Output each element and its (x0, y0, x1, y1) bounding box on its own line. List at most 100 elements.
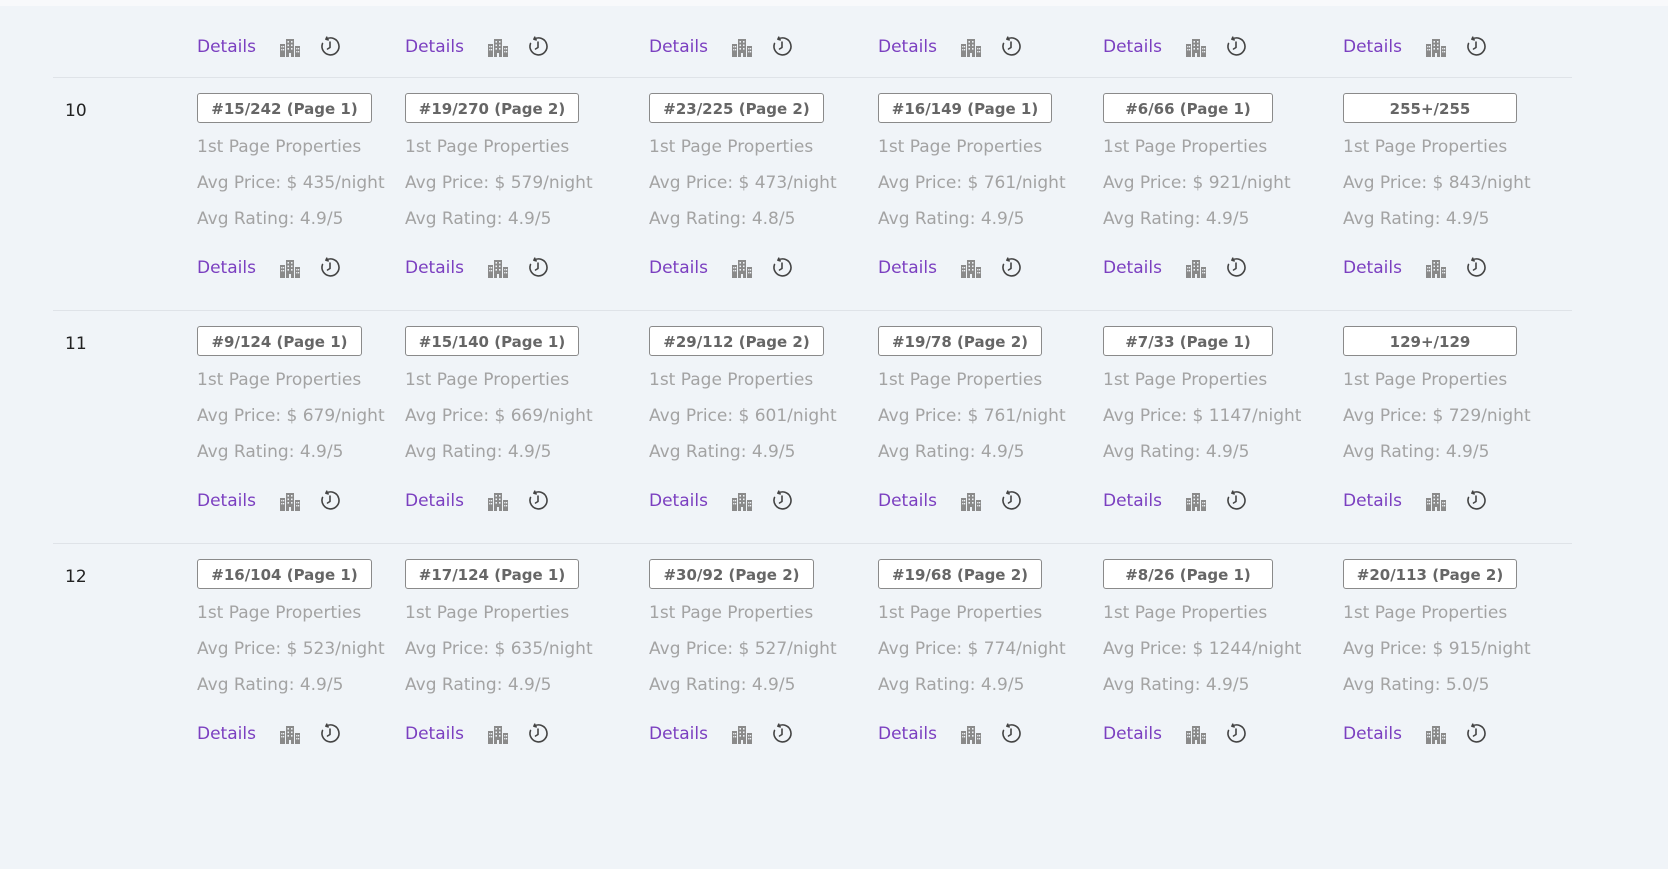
details-link[interactable]: Details (649, 37, 708, 57)
building-icon[interactable] (1184, 35, 1208, 59)
details-link[interactable]: Details (405, 724, 464, 744)
history-clock-icon[interactable] (318, 256, 342, 280)
history-clock-icon[interactable] (1464, 256, 1488, 280)
building-icon[interactable] (1424, 489, 1448, 513)
history-clock-icon[interactable] (770, 722, 794, 746)
history-clock-icon[interactable] (318, 722, 342, 746)
building-icon[interactable] (730, 35, 754, 59)
rank-badge[interactable]: #8/26 (Page 1) (1103, 559, 1273, 589)
history-clock-icon[interactable] (1464, 489, 1488, 513)
history-clock-icon[interactable] (770, 35, 794, 59)
history-clock-icon[interactable] (999, 489, 1023, 513)
building-icon[interactable] (486, 722, 510, 746)
rank-badge[interactable]: #6/66 (Page 1) (1103, 93, 1273, 123)
details-link[interactable]: Details (197, 724, 256, 744)
history-clock-icon[interactable] (1224, 256, 1248, 280)
history-clock-icon[interactable] (526, 35, 550, 59)
rank-badge[interactable]: #23/225 (Page 2) (649, 93, 824, 123)
details-link[interactable]: Details (197, 258, 256, 278)
history-clock-icon[interactable] (318, 489, 342, 513)
action-bar: Details (197, 721, 358, 747)
building-icon[interactable] (486, 489, 510, 513)
rank-badge[interactable]: #16/104 (Page 1) (197, 559, 372, 589)
history-clock-icon[interactable] (526, 256, 550, 280)
building-icon[interactable] (278, 722, 302, 746)
first-page-properties-label: 1st Page Properties (197, 137, 362, 157)
history-clock-icon[interactable] (526, 489, 550, 513)
building-icon[interactable] (486, 35, 510, 59)
rank-badge[interactable]: #29/112 (Page 2) (649, 326, 824, 356)
details-link[interactable]: Details (1103, 724, 1162, 744)
building-icon[interactable] (1184, 722, 1208, 746)
details-link[interactable]: Details (197, 491, 256, 511)
history-clock-icon[interactable] (1224, 722, 1248, 746)
rank-badge[interactable]: #30/92 (Page 2) (649, 559, 814, 589)
first-page-properties-label: 1st Page Properties (1103, 137, 1268, 157)
rank-badge[interactable]: #15/140 (Page 1) (405, 326, 579, 356)
details-link[interactable]: Details (1343, 491, 1402, 511)
details-link[interactable]: Details (878, 724, 937, 744)
building-icon[interactable] (1184, 489, 1208, 513)
rank-badge[interactable]: #17/124 (Page 1) (405, 559, 579, 589)
building-icon[interactable] (959, 722, 983, 746)
building-icon[interactable] (278, 35, 302, 59)
details-link[interactable]: Details (197, 37, 256, 57)
rank-badge[interactable]: #19/78 (Page 2) (878, 326, 1042, 356)
history-clock-icon[interactable] (1464, 35, 1488, 59)
details-link[interactable]: Details (878, 258, 937, 278)
history-clock-icon[interactable] (526, 722, 550, 746)
building-icon[interactable] (1424, 35, 1448, 59)
details-link[interactable]: Details (1343, 258, 1402, 278)
history-clock-icon[interactable] (999, 256, 1023, 280)
details-link[interactable]: Details (405, 258, 464, 278)
rank-badge[interactable]: 255+/255 (1343, 93, 1517, 123)
details-link[interactable]: Details (878, 37, 937, 57)
details-link[interactable]: Details (649, 724, 708, 744)
building-icon[interactable] (278, 256, 302, 280)
history-clock-icon[interactable] (1224, 489, 1248, 513)
building-icon[interactable] (1424, 722, 1448, 746)
details-link[interactable]: Details (405, 37, 464, 57)
building-icon[interactable] (1424, 256, 1448, 280)
building-icon[interactable] (959, 256, 983, 280)
details-link[interactable]: Details (1343, 724, 1402, 744)
details-link[interactable]: Details (1103, 37, 1162, 57)
rank-badge[interactable]: #20/113 (Page 2) (1343, 559, 1517, 589)
rank-badge[interactable]: #19/270 (Page 2) (405, 93, 579, 123)
building-icon[interactable] (486, 256, 510, 280)
building-icon[interactable] (1184, 256, 1208, 280)
history-clock-icon[interactable] (1224, 35, 1248, 59)
action-bar: Details (1103, 34, 1264, 60)
details-link[interactable]: Details (1103, 258, 1162, 278)
details-link[interactable]: Details (649, 491, 708, 511)
avg-price: Avg Price: $ 1147/night (1103, 406, 1302, 426)
details-link[interactable]: Details (1103, 491, 1162, 511)
action-bar: Details (878, 34, 1039, 60)
first-page-properties-label: 1st Page Properties (649, 603, 814, 623)
rank-badge[interactable]: #19/68 (Page 2) (878, 559, 1042, 589)
building-icon[interactable] (959, 35, 983, 59)
details-link[interactable]: Details (649, 258, 708, 278)
history-clock-icon[interactable] (999, 35, 1023, 59)
building-icon[interactable] (730, 722, 754, 746)
rank-badge[interactable]: 129+/129 (1343, 326, 1517, 356)
avg-price: Avg Price: $ 473/night (649, 173, 837, 193)
building-icon[interactable] (959, 489, 983, 513)
rank-badge[interactable]: #15/242 (Page 1) (197, 93, 372, 123)
history-clock-icon[interactable] (1464, 722, 1488, 746)
details-link[interactable]: Details (878, 491, 937, 511)
rank-badge[interactable]: #16/149 (Page 1) (878, 93, 1052, 123)
history-clock-icon[interactable] (318, 35, 342, 59)
history-clock-icon[interactable] (999, 722, 1023, 746)
building-icon[interactable] (730, 256, 754, 280)
building-icon[interactable] (278, 489, 302, 513)
building-icon[interactable] (730, 489, 754, 513)
details-link[interactable]: Details (405, 491, 464, 511)
rank-badge[interactable]: #7/33 (Page 1) (1103, 326, 1273, 356)
history-clock-icon[interactable] (770, 256, 794, 280)
details-link[interactable]: Details (1343, 37, 1402, 57)
history-clock-icon[interactable] (770, 489, 794, 513)
results-row-partial: Details Details Details Details Details Detai… (53, 24, 1572, 77)
action-bar: Details (197, 255, 358, 281)
rank-badge[interactable]: #9/124 (Page 1) (197, 326, 362, 356)
